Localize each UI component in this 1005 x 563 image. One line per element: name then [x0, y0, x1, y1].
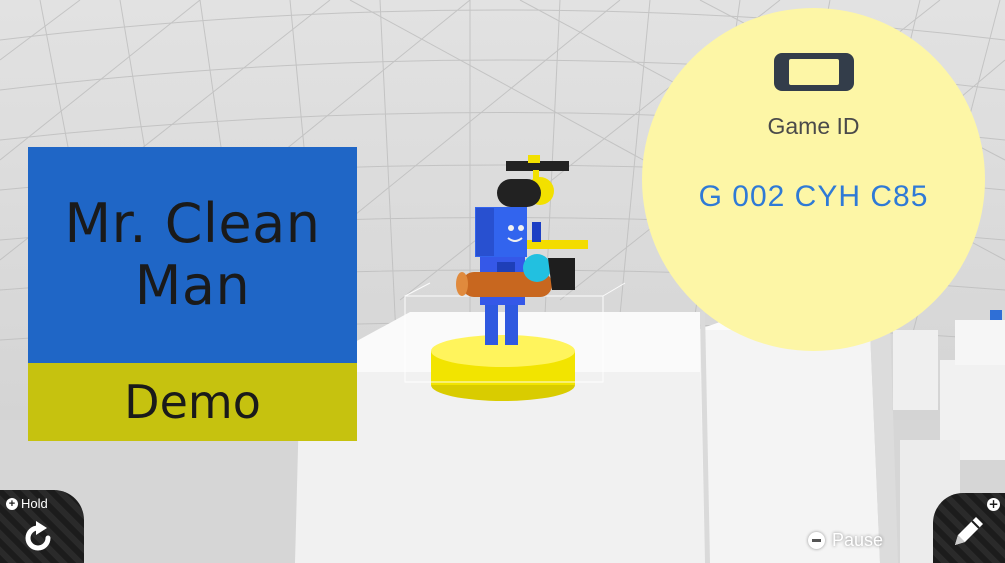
subtitle-panel: Demo [28, 363, 357, 441]
hold-label-group: + Hold [6, 496, 48, 511]
pencil-icon [955, 517, 983, 545]
game-id-value: G 002 CYH C85 [698, 180, 929, 213]
game-title-line-2: Man [134, 254, 251, 317]
game-title-card: Mr. Clean Man Demo [28, 147, 357, 441]
minus-button-icon [808, 532, 825, 549]
hold-rotate-button[interactable]: + Hold [0, 490, 84, 563]
plus-button-icon: + [987, 497, 1000, 511]
title-panel: Mr. Clean Man [28, 147, 357, 363]
game-id-bubble: Game ID G 002 CYH C85 [642, 8, 985, 351]
pause-label: Pause [832, 530, 884, 550]
hold-label: Hold [21, 496, 48, 511]
plus-button-icon: + [6, 497, 18, 510]
handheld-console-icon [774, 53, 854, 91]
game-title-line-1: Mr. Clean [64, 192, 321, 255]
pause-button[interactable]: Pause [808, 530, 883, 551]
game-id-label: Game ID [767, 113, 860, 139]
game-subtitle: Demo [124, 375, 261, 429]
edit-button[interactable]: + [933, 493, 1005, 563]
rotate-icon [25, 521, 51, 551]
game-scene: Mr. Clean Man Demo Game ID G 002 CYH C85… [0, 0, 1005, 563]
